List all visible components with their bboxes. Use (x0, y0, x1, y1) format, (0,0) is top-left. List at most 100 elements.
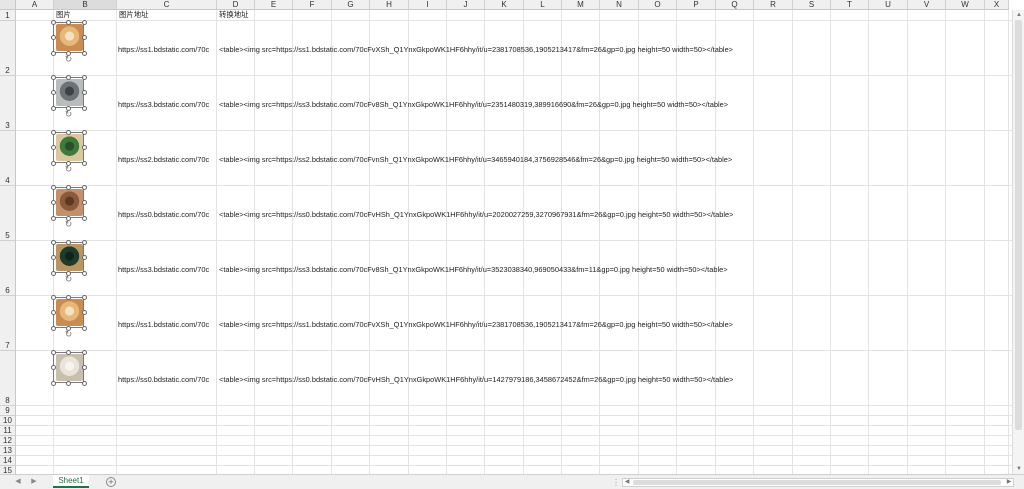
resize-handle-icon[interactable] (50, 270, 56, 276)
add-sheet-icon[interactable]: + (106, 477, 116, 487)
column-header-w[interactable]: W (946, 0, 985, 10)
resize-handle-icon[interactable] (81, 74, 87, 80)
rotate-handle-icon[interactable]: ↻ (64, 165, 73, 174)
row-header-4[interactable]: 4 (0, 131, 16, 186)
resize-handle-icon[interactable] (50, 19, 56, 25)
row-header-10[interactable]: 10 (0, 416, 16, 426)
image-url-cell[interactable]: https://ss1.bdstatic.com/70c (118, 45, 216, 54)
resize-handle-icon[interactable] (81, 349, 87, 355)
resize-handle-icon[interactable] (81, 380, 87, 386)
resize-handle-icon[interactable] (81, 239, 87, 245)
column-header-s[interactable]: S (793, 0, 831, 10)
resize-handle-icon[interactable] (81, 50, 87, 56)
column-header-x[interactable]: X (985, 0, 1009, 10)
horizontal-scrollbar[interactable]: ◀ ▶ (622, 478, 1014, 487)
column-header-d[interactable]: D (217, 0, 255, 10)
resize-handle-icon[interactable] (50, 200, 56, 205)
resize-handle-icon[interactable] (66, 349, 71, 355)
resize-handle-icon[interactable] (66, 380, 71, 386)
resize-handle-icon[interactable] (81, 294, 87, 300)
row-header-15[interactable]: 15 (0, 466, 16, 474)
rotate-handle-icon[interactable]: ↻ (64, 220, 73, 229)
image-selection-frame[interactable] (53, 22, 84, 53)
resize-handle-icon[interactable] (66, 74, 71, 80)
image-url-cell[interactable]: https://ss3.bdstatic.com/70c (118, 100, 216, 109)
column-header-c[interactable]: C (117, 0, 217, 10)
resize-handle-icon[interactable] (50, 74, 56, 80)
scroll-up-icon[interactable]: ▲ (1015, 11, 1023, 19)
row-header-14[interactable]: 14 (0, 456, 16, 466)
image-url-cell[interactable]: https://ss2.bdstatic.com/70c (118, 155, 216, 164)
resize-handle-icon[interactable] (50, 255, 56, 260)
column-header-j[interactable]: J (447, 0, 485, 10)
image-url-cell[interactable]: https://ss0.bdstatic.com/70c (118, 375, 216, 384)
resize-handle-icon[interactable] (81, 145, 87, 150)
image-selection-frame[interactable] (53, 132, 84, 163)
scroll-down-icon[interactable]: ▼ (1015, 465, 1023, 473)
resize-handle-icon[interactable] (81, 19, 87, 25)
column-header-r[interactable]: R (754, 0, 793, 10)
column-header-a[interactable]: A (16, 0, 54, 10)
image-selection-frame[interactable] (53, 77, 84, 108)
resize-handle-icon[interactable] (81, 270, 87, 276)
horizontal-scroll-thumb[interactable] (633, 480, 1001, 485)
row-header-12[interactable]: 12 (0, 436, 16, 446)
vertical-scroll-thumb[interactable] (1015, 20, 1022, 430)
resize-handle-icon[interactable] (81, 200, 87, 205)
column-header-g[interactable]: G (332, 0, 370, 10)
resize-handle-icon[interactable] (50, 310, 56, 315)
column-header-q[interactable]: Q (716, 0, 754, 10)
resize-handle-icon[interactable] (50, 50, 56, 56)
resize-handle-icon[interactable] (50, 294, 56, 300)
scroll-right-icon[interactable]: ▶ (1005, 479, 1013, 486)
column-header-o[interactable]: O (639, 0, 677, 10)
resize-handle-icon[interactable] (50, 105, 56, 111)
resize-handle-icon[interactable] (66, 184, 71, 190)
resize-handle-icon[interactable] (50, 365, 56, 370)
column-header-h[interactable]: H (370, 0, 409, 10)
resize-handle-icon[interactable] (50, 160, 56, 166)
resize-handle-icon[interactable] (81, 160, 87, 166)
row-header-5[interactable]: 5 (0, 186, 16, 241)
resize-handle-icon[interactable] (81, 105, 87, 111)
row-header-11[interactable]: 11 (0, 426, 16, 436)
converted-html-cell[interactable]: <table><img src=https://ss1.bdstatic.com… (219, 45, 733, 54)
resize-handle-icon[interactable] (50, 184, 56, 190)
resize-handle-icon[interactable] (50, 239, 56, 245)
image-selection-frame[interactable] (53, 187, 84, 218)
column-header-p[interactable]: P (677, 0, 716, 10)
resize-handle-icon[interactable] (81, 90, 87, 95)
vertical-scrollbar[interactable]: ▲ ▼ (1012, 10, 1024, 474)
scroll-left-icon[interactable]: ◀ (623, 479, 631, 486)
column-header-l[interactable]: L (524, 0, 562, 10)
cell-c1-header[interactable]: 图片地址 (119, 10, 149, 19)
resize-handle-icon[interactable] (81, 325, 87, 331)
converted-html-cell[interactable]: <table><img src=https://ss1.bdstatic.com… (219, 320, 733, 329)
prev-sheet-icon[interactable]: ◀ (13, 477, 23, 487)
resize-handle-icon[interactable] (50, 215, 56, 221)
column-header-e[interactable]: E (255, 0, 293, 10)
rotate-handle-icon[interactable]: ↻ (64, 275, 73, 284)
row-header-7[interactable]: 7 (0, 296, 16, 351)
resize-handle-icon[interactable] (81, 184, 87, 190)
select-all-corner[interactable] (0, 0, 16, 10)
row-header-8[interactable]: 8 (0, 351, 16, 406)
column-header-f[interactable]: F (293, 0, 332, 10)
resize-handle-icon[interactable] (50, 35, 56, 40)
cell-b1-header[interactable]: 图片 (56, 10, 71, 19)
resize-handle-icon[interactable] (66, 239, 71, 245)
resize-handle-icon[interactable] (81, 365, 87, 370)
resize-handle-icon[interactable] (50, 129, 56, 135)
rotate-handle-icon[interactable]: ↻ (64, 55, 73, 64)
image-selection-frame[interactable] (53, 242, 84, 273)
resize-handle-icon[interactable] (66, 294, 71, 300)
row-header-9[interactable]: 9 (0, 406, 16, 416)
column-header-t[interactable]: T (831, 0, 869, 10)
resize-handle-icon[interactable] (50, 325, 56, 331)
resize-handle-icon[interactable] (81, 129, 87, 135)
image-url-cell[interactable]: https://ss1.bdstatic.com/70c (118, 320, 216, 329)
resize-handle-icon[interactable] (50, 145, 56, 150)
image-url-cell[interactable]: https://ss0.bdstatic.com/70c (118, 210, 216, 219)
tab-split-handle-icon[interactable]: ⋮ (612, 478, 620, 487)
row-header-1[interactable]: 1 (0, 10, 16, 21)
